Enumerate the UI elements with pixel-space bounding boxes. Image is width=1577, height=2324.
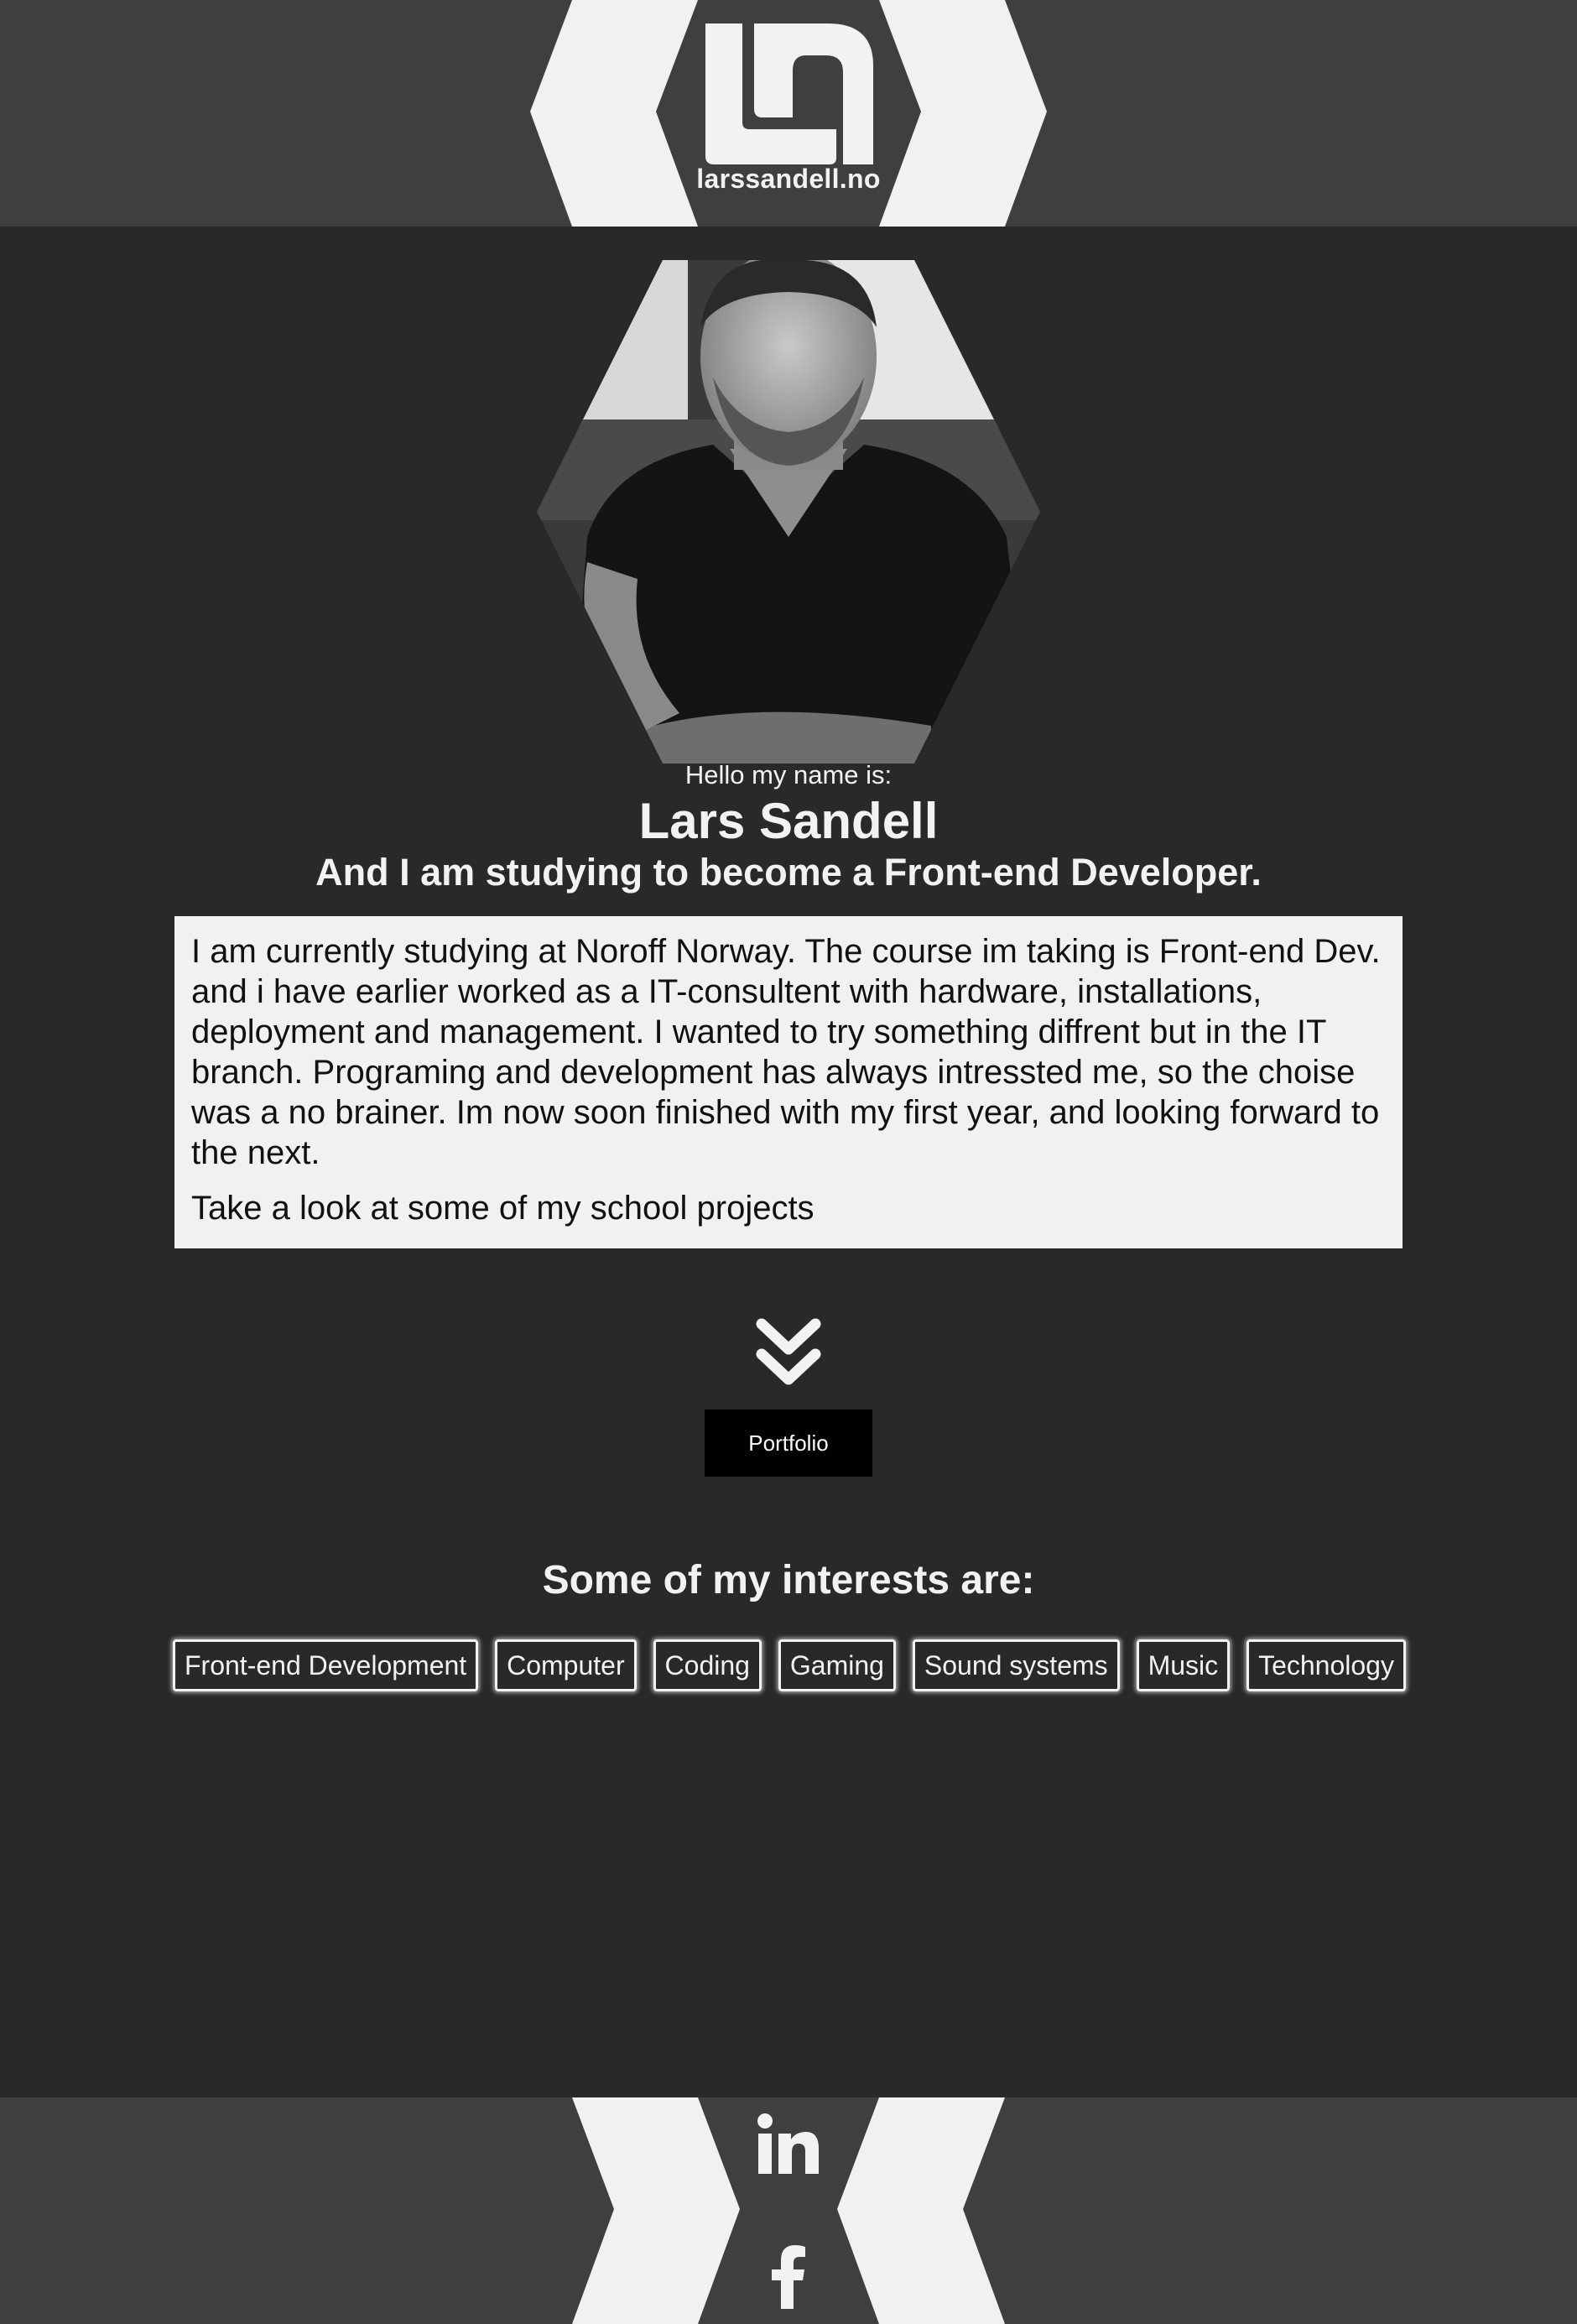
site-header: larssandell.no [0, 0, 1577, 227]
interest-chip: Technology [1247, 1639, 1406, 1691]
about-paragraph-projects: Take a look at some of my school project… [191, 1190, 815, 1227]
linkedin-icon[interactable] [755, 2112, 822, 2179]
double-chevron-down-icon[interactable] [755, 1317, 822, 1388]
interests-list: Front-end Development Computer Coding Ga… [173, 1639, 1406, 1691]
person-name: Lars Sandell [638, 793, 939, 849]
interest-chip: Front-end Development [173, 1639, 479, 1691]
interest-chip: Coding [653, 1639, 762, 1691]
about-box: I am currently studying at Noroff Norway… [174, 916, 1403, 1248]
interest-chip: Computer [495, 1639, 637, 1691]
about-paragraph: I am currently studying at Noroff Norway… [191, 933, 1381, 1171]
interest-chip: Music [1136, 1639, 1231, 1691]
interests-title: Some of my interests are: [542, 1558, 1035, 1602]
facebook-icon[interactable] [770, 2245, 807, 2309]
portfolio-button[interactable]: Portfolio [705, 1410, 872, 1477]
interest-chip: Gaming [778, 1639, 896, 1691]
tagline: And I am studying to become a Front-end … [315, 851, 1262, 894]
site-name[interactable]: larssandell.no [621, 164, 956, 195]
interest-chip: Sound systems [912, 1639, 1120, 1691]
portrait-photo [537, 260, 1040, 763]
greeting-text: Hello my name is: [684, 760, 893, 789]
ls-monogram-logo[interactable] [702, 23, 875, 164]
